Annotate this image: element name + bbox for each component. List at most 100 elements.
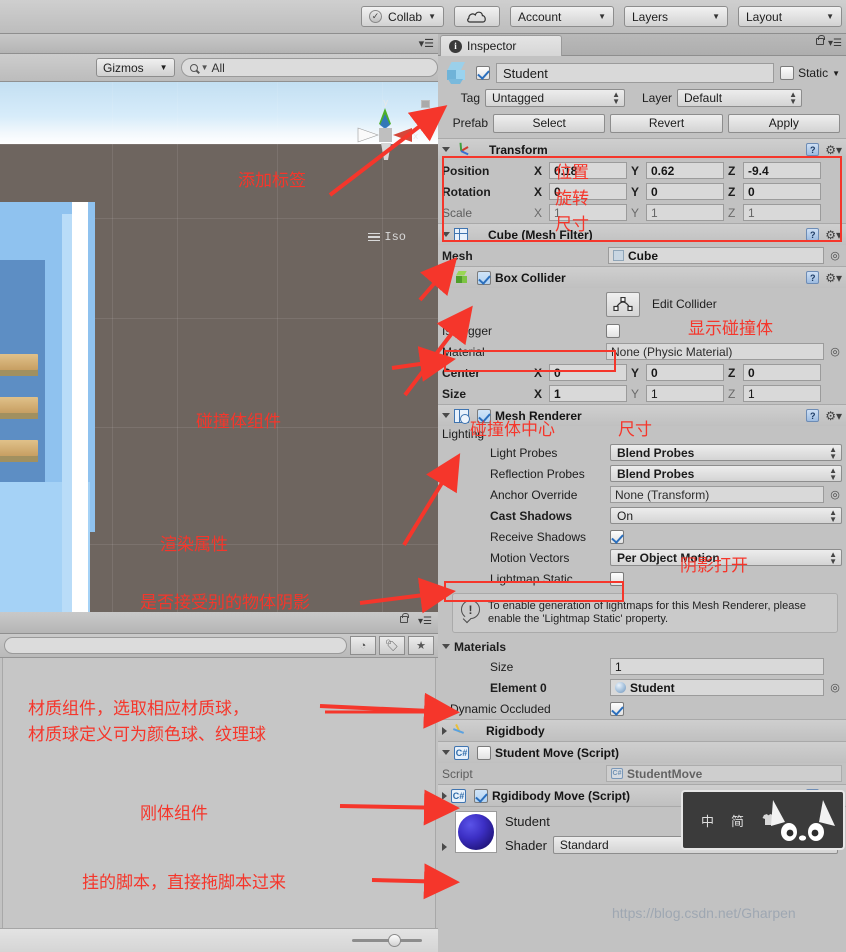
collapse-triangle-icon[interactable]: [442, 413, 450, 418]
collider-center-y-input[interactable]: 0: [646, 364, 724, 381]
student-move-header[interactable]: C# Student Move (Script): [438, 742, 846, 763]
scene-projection-mode[interactable]: Iso: [368, 230, 406, 244]
collider-material-field[interactable]: None (Physic Material): [606, 343, 824, 360]
panel-menu-icon[interactable]: ▾☰: [419, 37, 434, 50]
prefab-apply-button[interactable]: Apply: [727, 113, 840, 133]
tab-inspector[interactable]: i Inspector: [440, 35, 562, 56]
ime-toolbar[interactable]: 中 简: [681, 790, 845, 850]
prefab-select-button[interactable]: Select: [493, 113, 606, 133]
mesh-renderer-enabled-checkbox[interactable]: [477, 408, 491, 423]
gameobject-enabled-checkbox[interactable]: [476, 66, 490, 80]
materials-size-input[interactable]: 1: [610, 658, 824, 675]
scale-y-input[interactable]: 1: [646, 204, 724, 221]
transform-header[interactable]: Transform ? ⚙▾: [438, 139, 846, 160]
position-x-input[interactable]: 0.18: [549, 162, 627, 179]
is-trigger-checkbox[interactable]: [606, 323, 620, 338]
help-icon[interactable]: ?: [806, 409, 820, 422]
element0-field[interactable]: Student: [610, 679, 824, 696]
rotation-z-input[interactable]: 0: [743, 183, 821, 200]
cat-icon[interactable]: [769, 796, 837, 846]
rigidbody-header[interactable]: Rigidbody: [438, 720, 846, 741]
receive-shadows-checkbox[interactable]: [610, 529, 624, 544]
gizmos-dropdown[interactable]: Gizmos ▼: [96, 58, 175, 77]
reflection-probes-dropdown[interactable]: Blend Probes ▲ ▼: [610, 465, 842, 482]
collapse-triangle-icon[interactable]: [442, 644, 450, 649]
materials-header[interactable]: Materials: [438, 637, 846, 656]
object-picker-icon[interactable]: ◎: [828, 345, 842, 358]
mesh-object-field[interactable]: Cube: [608, 247, 824, 264]
zoom-slider-knob[interactable]: [388, 934, 401, 947]
script-object-field[interactable]: C# StudentMove: [606, 765, 842, 782]
scene-search-input[interactable]: ▼ All: [180, 58, 438, 77]
collapse-triangle-icon[interactable]: [442, 147, 450, 152]
cloud-button[interactable]: [454, 6, 500, 27]
student-move-enabled-checkbox[interactable]: [477, 745, 491, 760]
rotation-x-input[interactable]: 0: [549, 183, 627, 200]
gear-icon[interactable]: ⚙▾: [825, 228, 842, 242]
tag-dropdown[interactable]: Untagged ▲ ▼: [485, 89, 625, 107]
static-checkbox[interactable]: [780, 66, 795, 80]
box-collider-enabled-checkbox[interactable]: [477, 270, 491, 285]
lock-icon[interactable]: [400, 613, 409, 623]
edit-collider-button[interactable]: [606, 291, 640, 317]
scene-orientation-gizmo[interactable]: y x: [350, 94, 420, 174]
zoom-slider[interactable]: [352, 934, 422, 947]
ime-simplified-toggle[interactable]: 简: [731, 811, 744, 830]
ime-language-toggle[interactable]: 中: [701, 811, 714, 830]
account-button[interactable]: Account ▼: [510, 6, 614, 27]
collapse-triangle-icon[interactable]: [442, 275, 450, 280]
project-content-area[interactable]: [2, 658, 436, 930]
project-search-input[interactable]: [4, 637, 347, 654]
lock-icon[interactable]: [816, 35, 825, 45]
panel-menu-icon[interactable]: ▾☰: [828, 38, 842, 49]
favorites-star-icon[interactable]: ★: [408, 636, 434, 655]
scene-lock-icon[interactable]: [421, 100, 430, 108]
scene-canvas[interactable]: y x Iso: [0, 82, 438, 612]
gameobject-name-input[interactable]: Student: [496, 63, 775, 83]
position-y-input[interactable]: 0.62: [646, 162, 724, 179]
panel-menu-icon[interactable]: ▾☰: [418, 616, 432, 627]
collider-center-x-input[interactable]: 0: [549, 364, 627, 381]
expand-triangle-icon[interactable]: [442, 843, 447, 851]
chevron-down-icon[interactable]: ▼: [832, 69, 840, 78]
filter-by-label-icon[interactable]: 🏷: [379, 636, 405, 655]
filter-by-type-icon[interactable]: ◔: [350, 636, 376, 655]
help-icon[interactable]: ?: [806, 228, 820, 241]
rotation-y-input[interactable]: 0: [646, 183, 724, 200]
mesh-renderer-header[interactable]: Mesh Renderer ? ⚙▾: [438, 405, 846, 426]
object-picker-icon[interactable]: ◎: [828, 681, 842, 694]
gear-icon[interactable]: ⚙▾: [825, 409, 842, 423]
object-picker-icon[interactable]: ◎: [828, 249, 842, 262]
gear-icon[interactable]: ⚙▾: [825, 143, 842, 157]
anchor-override-field[interactable]: None (Transform): [610, 486, 824, 503]
position-z-input[interactable]: -9.4: [743, 162, 821, 179]
help-icon[interactable]: ?: [806, 143, 820, 156]
rigidbody-move-enabled-checkbox[interactable]: [474, 788, 488, 803]
light-probes-dropdown[interactable]: Blend Probes ▲ ▼: [610, 444, 842, 461]
motion-vectors-dropdown[interactable]: Per Object Motion ▲ ▼: [610, 549, 842, 566]
collider-size-z-input[interactable]: 1: [743, 385, 821, 402]
expand-triangle-icon[interactable]: [442, 791, 447, 800]
collab-button[interactable]: ✓ Collab ▼: [361, 6, 444, 27]
help-icon[interactable]: ?: [806, 271, 820, 284]
lightmap-static-checkbox[interactable]: [610, 571, 624, 586]
object-picker-icon[interactable]: ◎: [828, 488, 842, 501]
axis-x-label: X: [534, 205, 543, 220]
scale-z-input[interactable]: 1: [743, 204, 821, 221]
scale-x-input[interactable]: 1: [549, 204, 627, 221]
layers-button[interactable]: Layers ▼: [624, 6, 728, 27]
mesh-filter-header[interactable]: Cube (Mesh Filter) ? ⚙▾: [438, 224, 846, 245]
gear-icon[interactable]: ⚙▾: [825, 271, 842, 285]
collider-center-z-input[interactable]: 0: [743, 364, 821, 381]
cast-shadows-dropdown[interactable]: On ▲ ▼: [610, 507, 842, 524]
prefab-revert-button[interactable]: Revert: [610, 113, 723, 133]
box-collider-header[interactable]: Box Collider ? ⚙▾: [438, 267, 846, 288]
layout-button[interactable]: Layout ▼: [738, 6, 842, 27]
collapse-triangle-icon[interactable]: [442, 232, 450, 237]
collapse-triangle-icon[interactable]: [442, 750, 450, 755]
expand-triangle-icon[interactable]: [442, 726, 447, 735]
dynamic-occluded-checkbox[interactable]: [610, 701, 624, 716]
collider-size-y-input[interactable]: 1: [646, 385, 724, 402]
layer-dropdown[interactable]: Default ▲ ▼: [677, 89, 802, 107]
collider-size-x-input[interactable]: 1: [549, 385, 627, 402]
